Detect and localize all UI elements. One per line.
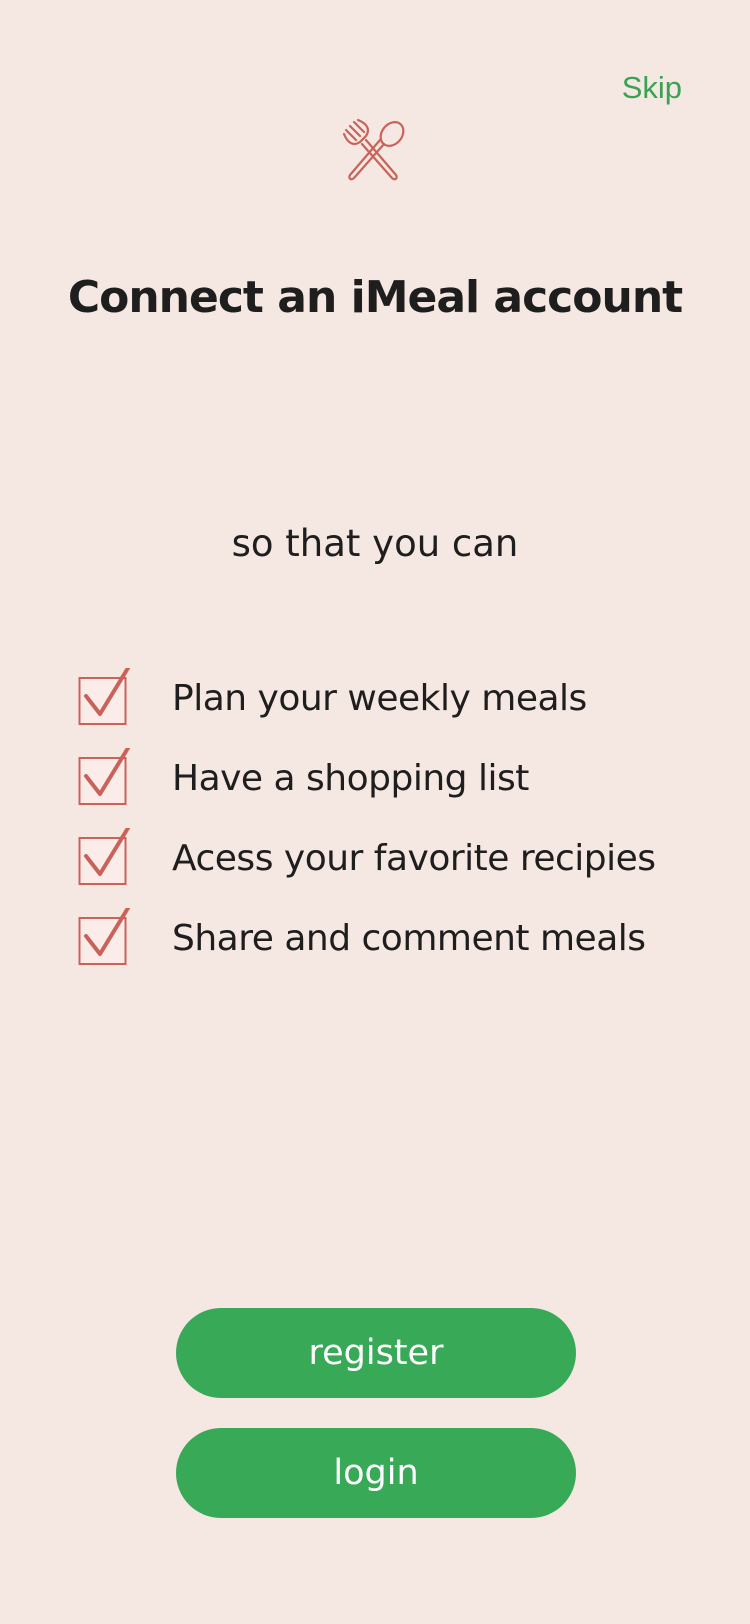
feature-item-shopping-list: Have a shopping list — [78, 738, 656, 818]
checkbox-checked-icon — [78, 748, 132, 808]
login-button[interactable]: login — [176, 1428, 576, 1518]
checkbox-checked-icon — [78, 828, 132, 888]
feature-list: Plan your weekly meals Have a shopping l… — [78, 658, 656, 978]
checkbox-checked-icon — [78, 668, 132, 728]
subtitle: so that you can — [231, 522, 519, 565]
feature-label: Share and comment meals — [172, 917, 646, 959]
feature-label: Have a shopping list — [172, 757, 529, 799]
feature-item-share-comment: Share and comment meals — [78, 898, 656, 978]
skip-link[interactable]: Skip — [622, 70, 682, 106]
page-title: Connect an iMeal account — [67, 272, 683, 323]
feature-item-plan-meals: Plan your weekly meals — [78, 658, 656, 738]
feature-label: Acess your favorite recipies — [172, 837, 656, 879]
feature-item-favorite-recipes: Acess your favorite recipies — [78, 818, 656, 898]
fork-spoon-icon — [340, 118, 410, 188]
feature-label: Plan your weekly meals — [172, 677, 587, 719]
checkbox-checked-icon — [78, 908, 132, 968]
register-button[interactable]: register — [176, 1308, 576, 1398]
